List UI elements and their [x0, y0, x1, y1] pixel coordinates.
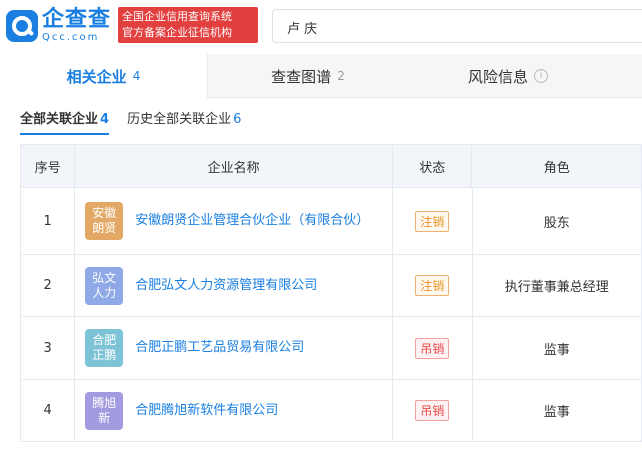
table-row: 4 腾旭新 合肥腾旭新软件有限公司 吊销 监事 — [20, 380, 642, 442]
logo[interactable]: 企查查 Qcc.com — [6, 8, 111, 44]
row-index: 4 — [20, 380, 74, 441]
slogan-badge: 全国企业信用查询系统 官方备案企业征信机构 — [118, 7, 258, 43]
table-row: 3 合肥正鹏 合肥正鹏工艺品贸易有限公司 吊销 监事 — [20, 317, 642, 380]
company-avatar[interactable]: 腾旭新 — [85, 391, 124, 430]
role-cell: 监事 — [471, 380, 642, 441]
tab-count: 4 — [132, 69, 141, 83]
header-index: 序号 — [20, 145, 74, 187]
subtab-bar: 全部关联企业 4 历史全部关联企业 6 — [20, 108, 259, 135]
header-role: 角色 — [471, 145, 642, 187]
table-row: 1 安徽朗贤 安徽朗贤企业管理合伙企业（有限合伙） 注销 股东 — [20, 188, 642, 255]
row-index: 3 — [20, 317, 74, 379]
company-link[interactable]: 合肥腾旭新软件有限公司 — [135, 401, 375, 421]
company-link[interactable]: 合肥正鹏工艺品贸易有限公司 — [135, 338, 375, 358]
company-avatar[interactable]: 安徽朗贤 — [85, 202, 124, 240]
slogan-line2: 官方备案企业征信机构 — [122, 26, 232, 39]
tab-label: 风险信息 — [467, 67, 528, 86]
subtab-all-related[interactable]: 全部关联企业 4 — [20, 108, 110, 135]
company-avatar[interactable]: 合肥正鹏 — [85, 329, 124, 367]
status-badge: 吊销 — [415, 337, 450, 359]
tab-related-companies[interactable]: 相关企业 4 — [0, 54, 208, 98]
company-cell: 腾旭新 合肥腾旭新软件有限公司 — [74, 380, 392, 441]
subtab-label: 历史全部关联企业 — [127, 112, 232, 127]
info-icon[interactable]: i — [534, 69, 548, 83]
logo-cn: 企查查 — [42, 7, 112, 32]
status-cell: 注销 — [392, 255, 471, 316]
role-cell: 监事 — [471, 317, 642, 379]
company-cell: 安徽朗贤 安徽朗贤企业管理合伙企业（有限合伙） — [74, 188, 392, 254]
company-link[interactable]: 合肥弘文人力资源管理有限公司 — [135, 276, 375, 296]
tab-bar: 相关企业 4 查查图谱 2 风险信息 i — [0, 54, 642, 98]
subtab-count: 6 — [233, 112, 242, 127]
role-cell: 股东 — [471, 188, 642, 254]
company-cell: 合肥正鹏 合肥正鹏工艺品贸易有限公司 — [74, 317, 392, 379]
search-logo-icon — [6, 10, 38, 42]
status-badge: 注销 — [415, 210, 450, 232]
slogan-line1: 全国企业信用查询系统 — [122, 10, 232, 23]
status-cell: 吊销 — [392, 380, 471, 441]
logo-en: Qcc.com — [42, 32, 100, 43]
subtab-count: 4 — [100, 112, 110, 127]
subtab-history-related[interactable]: 历史全部关联企业 6 — [127, 108, 241, 132]
role-cell: 执行董事兼总经理 — [471, 255, 642, 316]
search-value: 卢 庆 — [287, 22, 318, 37]
company-cell: 弘文人力 合肥弘文人力资源管理有限公司 — [74, 255, 392, 316]
header-company: 企业名称 — [74, 145, 392, 187]
header-status: 状态 — [392, 145, 471, 187]
status-badge: 注销 — [415, 275, 450, 296]
tab-graph[interactable]: 查查图谱 2 — [208, 54, 408, 98]
tab-count: 2 — [337, 69, 345, 83]
related-companies-table: 序号 企业名称 状态 角色 1 安徽朗贤 安徽朗贤企业管理合伙企业（有限合伙） … — [20, 144, 642, 442]
header: 企查查 Qcc.com 全国企业信用查询系统 官方备案企业征信机构 卢 庆 — [0, 0, 642, 52]
tab-risk-info[interactable]: 风险信息 i — [408, 54, 608, 98]
tab-label: 查查图谱 — [271, 67, 332, 86]
table-row: 2 弘文人力 合肥弘文人力资源管理有限公司 注销 执行董事兼总经理 — [20, 255, 642, 317]
status-cell: 注销 — [392, 188, 471, 254]
company-avatar[interactable]: 弘文人力 — [85, 266, 124, 305]
company-link[interactable]: 安徽朗贤企业管理合伙企业（有限合伙） — [135, 211, 375, 231]
row-index: 2 — [20, 255, 74, 316]
tab-label: 相关企业 — [66, 67, 127, 86]
search-input[interactable]: 卢 庆 — [272, 9, 642, 43]
subtab-label: 全部关联企业 — [20, 112, 99, 127]
status-badge: 吊销 — [415, 400, 450, 421]
row-index: 1 — [20, 188, 74, 254]
status-cell: 吊销 — [392, 317, 471, 379]
table-header-row: 序号 企业名称 状态 角色 — [20, 145, 642, 188]
